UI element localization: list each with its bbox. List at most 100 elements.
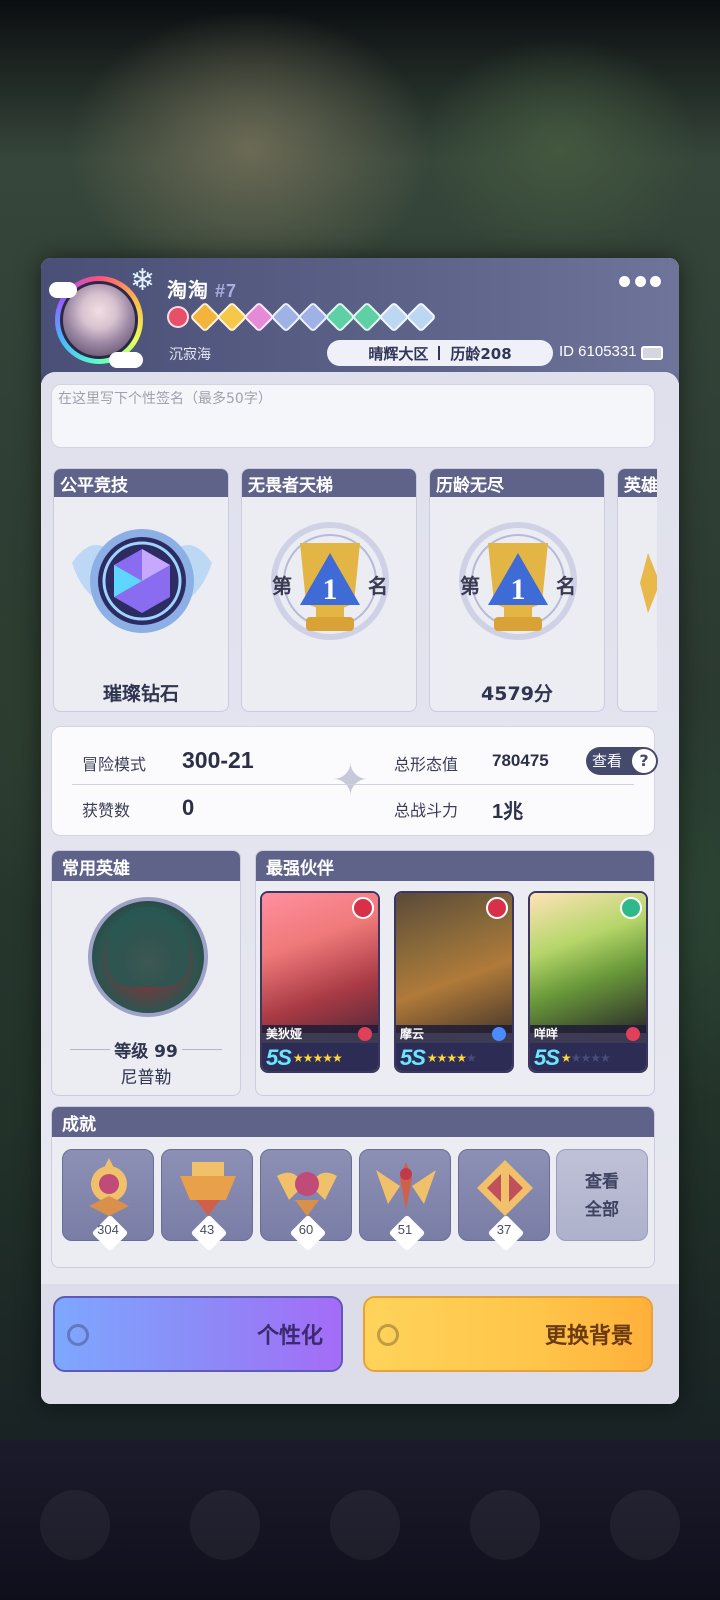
- rank-label: 4579分: [481, 683, 553, 705]
- stats-summary: ✦ 冒险模式 300-21 获赞数 0 总形态值 780475 总战斗力 1兆 …: [51, 726, 658, 836]
- faction-badge-icon: [620, 897, 642, 919]
- place-prefix: 第: [272, 574, 292, 598]
- orange-gem-icon: [189, 301, 221, 333]
- customize-button[interactable]: 个性化: [53, 1296, 343, 1372]
- partner-grade: 5S: [400, 1045, 426, 1070]
- signature-input[interactable]: [52, 385, 654, 413]
- star-wing-emblem-icon: [376, 1162, 436, 1210]
- rank-card-title: 历龄无尽: [430, 469, 604, 497]
- power-value: 1兆: [492, 801, 524, 823]
- customize-label: 个性化: [256, 1323, 323, 1349]
- green-gem-icon: [324, 301, 356, 333]
- adventure-mode-label: 冒险模式: [82, 755, 147, 774]
- achievement-badge[interactable]: 51: [359, 1149, 451, 1252]
- achievement-count: 304: [97, 1222, 119, 1237]
- profile-header: ❄ 淘淘 #7 沉寂海 晴辉大区 历龄208 ID 6105331: [41, 258, 679, 383]
- achievement-badge[interactable]: 37: [458, 1149, 550, 1252]
- red-gem-icon: [167, 306, 189, 328]
- blue-gem-icon: [297, 301, 329, 333]
- seniority: 历龄208: [450, 344, 512, 363]
- blue-gem-icon: [270, 301, 302, 333]
- partner-card[interactable]: 摩云 5S ★★★★★: [394, 891, 514, 1073]
- partner-grade: 5S: [266, 1045, 292, 1070]
- rank-card-endless[interactable]: 历龄无尽 1 第 名 4579分: [429, 468, 605, 712]
- sun-emblem-icon: [89, 1158, 129, 1216]
- view-all-line2: 全部: [585, 1200, 619, 1220]
- player-motto: 沉寂海: [169, 347, 211, 363]
- element-icon: [492, 1027, 506, 1041]
- achievements-card: 成就 304 43 60 51 37 查看 全部: [51, 1106, 655, 1268]
- snowflake-icon: ❄: [129, 263, 155, 298]
- rank-card-fair-arena[interactable]: 公平竞技 璀璨钻石: [53, 468, 229, 712]
- faction-badge-icon: [486, 897, 508, 919]
- hero-portrait[interactable]: [88, 897, 208, 1017]
- form-value: 780475: [492, 751, 549, 770]
- first-place-trophy-icon: 1 第 名: [271, 522, 389, 640]
- hero-rank-icon: [640, 553, 657, 613]
- strongest-partners-card: 最强伙伴 美狄娅 5S ★★★★★ 摩云 5S ★★★★★ 咩咩 5S ★★★★…: [255, 850, 655, 1096]
- faction-badge-icon: [352, 897, 374, 919]
- view-stats-button[interactable]: 查看 ?: [586, 747, 658, 775]
- rank-card-title: 公平竞技: [54, 469, 228, 497]
- partner-card[interactable]: 美狄娅 5S ★★★★★: [260, 891, 380, 1073]
- crown-emblem-icon: [180, 1162, 236, 1216]
- achievement-badge[interactable]: 60: [260, 1149, 352, 1252]
- hero-name: 尼普勒: [120, 1068, 172, 1088]
- diamond-rank-icon: [72, 529, 212, 633]
- green-gem-icon: [351, 301, 383, 333]
- place-suffix: 名: [556, 574, 576, 598]
- view-all-line1: 查看: [585, 1172, 619, 1192]
- element-icon: [358, 1027, 372, 1041]
- crystal-gem-icon: [405, 301, 437, 333]
- rank-card-title: 英雄: [618, 469, 657, 497]
- achievement-badge[interactable]: 304: [62, 1149, 154, 1252]
- adventure-mode-value: 300-21: [182, 747, 254, 773]
- profile-body: 公平竞技 璀璨钻石 无畏者天梯: [41, 372, 679, 1404]
- achievement-badge[interactable]: 43: [161, 1149, 253, 1252]
- star-rating: ★★★★★: [560, 1051, 611, 1065]
- help-icon[interactable]: ?: [632, 749, 656, 773]
- rank-carousel[interactable]: 公平竞技 璀璨钻石 无畏者天梯 1 第 名 历龄无尽 1 第 名 4579分 英…: [53, 468, 657, 712]
- rank-card-ladder[interactable]: 无畏者天梯 1 第 名: [241, 468, 417, 712]
- achievement-count: 60: [298, 1222, 314, 1237]
- achievements-title: 成就: [52, 1107, 654, 1137]
- player-id: ID 6105331: [559, 343, 637, 360]
- rank-label: 璀璨钻石: [102, 683, 179, 705]
- change-background-label: 更换背景: [544, 1323, 633, 1349]
- achievement-count: 51: [397, 1222, 413, 1237]
- view-all-achievements-button[interactable]: 查看 全部: [556, 1149, 648, 1241]
- element-icon: [626, 1027, 640, 1041]
- change-background-button[interactable]: 更换背景: [363, 1296, 653, 1372]
- more-options-icon[interactable]: [619, 276, 661, 290]
- rank-card-hero[interactable]: 英雄: [617, 468, 657, 712]
- view-stats-label: 查看: [592, 752, 623, 770]
- form-value-label: 总形态值: [394, 755, 459, 774]
- signature-box[interactable]: [51, 384, 655, 448]
- partners-title: 最强伙伴: [256, 851, 654, 881]
- profile-panel: ❄ 淘淘#7 沉寂海 晴辉大区 历龄208 ID 6105331 公平竞技: [41, 258, 679, 1404]
- avatar[interactable]: ❄: [47, 266, 155, 372]
- background-nav-bar: [0, 1440, 720, 1600]
- cross-emblem-icon: [477, 1160, 533, 1216]
- likes-value: 0: [182, 795, 195, 820]
- partner-card[interactable]: 咩咩 5S ★★★★★: [528, 891, 648, 1073]
- likes-label: 获赞数: [82, 801, 131, 820]
- rank-card-title: 无畏者天梯: [242, 469, 416, 497]
- place-number: 1: [323, 573, 338, 606]
- first-place-trophy-icon: 1 第 名: [459, 522, 577, 640]
- achievement-count: 43: [199, 1222, 215, 1237]
- server-info: 晴辉大区 历龄208: [327, 340, 553, 366]
- gold-gem-icon: [216, 301, 248, 333]
- sparkle-icon: ✦: [332, 755, 369, 806]
- place-suffix: 名: [368, 574, 388, 598]
- pink-gem-icon: [243, 301, 275, 333]
- action-bar: 个性化 更换背景: [41, 1284, 679, 1404]
- gem-collection: [167, 301, 437, 333]
- customize-icon: [67, 1324, 89, 1346]
- place-number: 1: [511, 573, 526, 606]
- background-icon: [377, 1324, 399, 1346]
- common-hero-card[interactable]: 常用英雄 等级 99 尼普勒: [51, 850, 241, 1096]
- copy-id-icon[interactable]: [641, 346, 663, 360]
- partner-grade: 5S: [534, 1045, 560, 1070]
- star-rating: ★★★★★: [292, 1051, 343, 1065]
